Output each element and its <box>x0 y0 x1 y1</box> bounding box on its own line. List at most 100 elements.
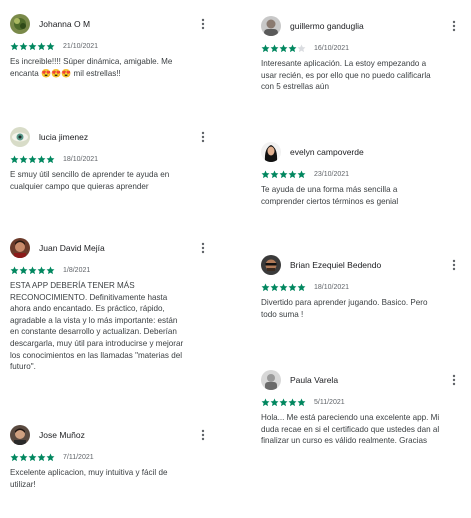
woman-photo-avatar[interactable] <box>261 142 281 162</box>
star-filled-icon <box>10 453 19 461</box>
review-header: Johanna O M <box>10 13 215 35</box>
star-filled-icon <box>270 170 279 178</box>
review-meta: 18/10/2021 <box>261 282 466 292</box>
star-filled-icon <box>288 44 297 52</box>
star-filled-icon <box>46 42 55 50</box>
star-filled-icon <box>270 398 279 406</box>
star-rating <box>261 44 306 53</box>
reviewer-name: Brian Ezequiel Bedendo <box>290 260 382 270</box>
more-options-icon[interactable] <box>447 19 461 33</box>
review-date: 7/11/2021 <box>63 453 94 461</box>
eye-photo-avatar[interactable] <box>10 127 30 147</box>
review-text: Divertido para aprender jugando. Basico.… <box>261 298 428 319</box>
reviewer-name: lucia jimenez <box>39 132 89 142</box>
reviewer-name: evelyn campoverde <box>290 147 364 157</box>
reviewer-name: Jose Muñoz <box>39 430 85 440</box>
reviewer-name: Juan David Mejía <box>39 243 105 253</box>
review-header: Juan David Mejía <box>10 237 215 259</box>
review-text: Te ayuda de una forma más sencilla a com… <box>261 185 399 206</box>
review-card: Johanna O M 21/10/2021 Es increible!!!! … <box>10 13 215 79</box>
review-text: E smuy útil sencillo de aprender te ayud… <box>10 170 170 191</box>
star-filled-icon <box>19 453 28 461</box>
star-filled-icon <box>261 398 270 406</box>
star-filled-icon <box>46 266 55 274</box>
star-filled-icon <box>19 155 28 163</box>
star-filled-icon <box>37 266 46 274</box>
review-date: 23/10/2021 <box>314 170 350 178</box>
star-filled-icon <box>261 283 270 291</box>
review-meta: 23/10/2021 <box>261 169 466 179</box>
review-text: Es increible!!!! Súper dinámica, amigabl… <box>10 57 173 78</box>
review-card: Paula Varela 5/11/2021 Hola... Me está p… <box>261 369 466 447</box>
star-rating <box>261 170 306 179</box>
more-options-icon[interactable] <box>196 17 210 31</box>
star-filled-icon <box>297 283 306 291</box>
more-options-icon[interactable] <box>196 428 210 442</box>
review-meta: 16/10/2021 <box>261 43 466 53</box>
review-date: 18/10/2021 <box>314 283 350 291</box>
review-text: Excelente aplicacion, muy intuitiva y fá… <box>10 468 168 489</box>
star-rating <box>10 42 55 51</box>
review-header: Brian Ezequiel Bedendo <box>261 254 466 276</box>
star-rating <box>10 266 55 275</box>
star-rating <box>261 398 306 407</box>
review-header: lucia jimenez <box>10 126 215 148</box>
star-filled-icon <box>46 453 55 461</box>
star-filled-icon <box>288 170 297 178</box>
review-text: Interesante aplicación. La estoy empezan… <box>261 59 431 92</box>
star-filled-icon <box>288 398 297 406</box>
review-meta: 1/8/2021 <box>10 265 215 275</box>
star-filled-icon <box>28 42 37 50</box>
review-date: 16/10/2021 <box>314 44 350 52</box>
star-filled-icon <box>279 44 288 52</box>
star-filled-icon <box>28 155 37 163</box>
reviewer-name: Johanna O M <box>39 19 91 29</box>
star-filled-icon <box>19 42 28 50</box>
review-card: guillermo ganduglia 16/10/2021 Interesan… <box>261 15 466 93</box>
man-photo-avatar[interactable] <box>10 425 30 445</box>
review-header: guillermo ganduglia <box>261 15 466 37</box>
star-filled-icon <box>10 42 19 50</box>
star-filled-icon <box>37 155 46 163</box>
more-options-icon[interactable] <box>447 373 461 387</box>
review-meta: 5/11/2021 <box>261 397 466 407</box>
star-filled-icon <box>297 170 306 178</box>
review-date: 18/10/2021 <box>63 155 99 163</box>
more-options-icon[interactable] <box>447 258 461 272</box>
person-photo-avatar[interactable] <box>261 16 281 36</box>
more-options-icon[interactable] <box>196 130 210 144</box>
more-options-icon[interactable] <box>196 241 210 255</box>
review-card: Juan David Mejía 1/8/2021 ESTA APP DEBER… <box>10 237 215 373</box>
star-filled-icon <box>297 398 306 406</box>
review-header: evelyn campoverde <box>261 141 466 163</box>
review-meta: 21/10/2021 <box>10 41 215 51</box>
person-photo-avatar[interactable] <box>261 370 281 390</box>
star-filled-icon <box>288 283 297 291</box>
star-filled-icon <box>279 398 288 406</box>
star-filled-icon <box>261 170 270 178</box>
review-meta: 7/11/2021 <box>10 452 215 462</box>
reviewer-name: Paula Varela <box>290 375 339 385</box>
reviewer-name: guillermo ganduglia <box>290 21 364 31</box>
plant-photo-avatar[interactable] <box>10 14 30 34</box>
star-filled-icon <box>19 266 28 274</box>
review-meta: 18/10/2021 <box>10 154 215 164</box>
review-card: Jose Muñoz 7/11/2021 Excelente aplicacio… <box>10 424 215 490</box>
star-filled-icon <box>37 453 46 461</box>
star-filled-icon <box>46 155 55 163</box>
review-text: ESTA APP DEBERÍA TENER MÁS RECONOCIMIENT… <box>10 281 184 372</box>
review-header: Jose Muñoz <box>10 424 215 446</box>
star-rating <box>10 155 55 164</box>
star-filled-icon <box>270 44 279 52</box>
star-filled-icon <box>279 170 288 178</box>
star-filled-icon <box>28 266 37 274</box>
review-date: 21/10/2021 <box>63 42 99 50</box>
man-photo-avatar[interactable] <box>261 255 281 275</box>
star-empty-icon <box>297 44 306 52</box>
review-date: 5/11/2021 <box>314 398 345 406</box>
review-card: Brian Ezequiel Bedendo 18/10/2021 Divert… <box>261 254 466 320</box>
review-card: evelyn campoverde 23/10/2021 Te ayuda de… <box>261 141 466 207</box>
review-card: lucia jimenez 18/10/2021 E smuy útil sen… <box>10 126 215 192</box>
review-header: Paula Varela <box>261 369 466 391</box>
man-photo-avatar[interactable] <box>10 238 30 258</box>
